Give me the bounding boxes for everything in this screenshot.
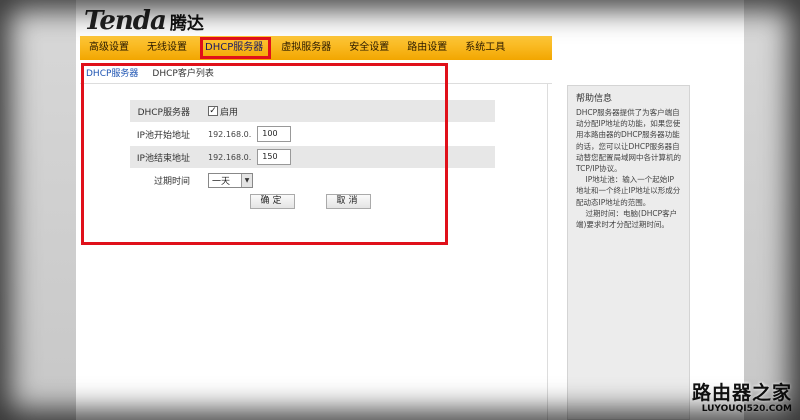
lease-row: 过期时间 一天 ▼ [130,169,495,191]
logo-brand: Tenda [84,6,167,36]
help-text: DHCP服务器提供了为客户端自动分配IP地址的功能，如果您使用本路由器的DHCP… [576,108,681,230]
help-title: 帮助信息 [576,94,613,104]
watermark-cn: 路由器之家 [691,382,792,404]
lease-value: 一天 [212,176,231,187]
dhcp-label: DHCP服务器 [137,107,190,118]
ip-end-prefix: 192.168.0. [208,152,252,162]
watermark-en: LUYOUQI520.COM [701,404,792,414]
tenda-logo: Tenda 腾达 [84,6,204,34]
watermark: 路由器之家 LUYOUQI520.COM [692,382,792,414]
nav-security[interactable]: 安全设置 [340,36,398,60]
ip-start-input[interactable]: 100 [257,126,292,142]
nav-routing[interactable]: 路由设置 [398,36,456,60]
ip-end-label: IP池结束地址 [136,153,190,164]
nav-dhcp[interactable]: DHCP服务器 [196,36,272,60]
dhcp-enable-checkbox[interactable]: ✓ [208,106,218,116]
lease-select[interactable]: 一天 ▼ [208,172,253,188]
chevron-down-icon[interactable]: ▼ [241,173,252,187]
sub-nav: DHCP服务器 DHCP客户列表 [80,62,552,84]
nav-virtual-server[interactable]: 虚拟服务器 [272,36,340,60]
dhcp-form: DHCP服务器 ✓ 启用 IP池开始地址 192.168.0. 100 IP池结… [130,100,495,209]
dhcp-enable-row: DHCP服务器 ✓ 启用 [130,100,495,122]
help-panel: 帮助信息 DHCP服务器提供了为客户端自动分配IP地址的功能，如果您使用本路由器… [567,85,690,420]
main-nav: 高级设置 无线设置 DHCP服务器 虚拟服务器 安全设置 路由设置 系统工具 [80,36,552,60]
tab-dhcp-server[interactable]: DHCP服务器 [86,66,138,79]
ip-start-row: IP池开始地址 192.168.0. 100 [130,123,495,145]
content-divider [547,84,548,420]
dhcp-enable-text: 启用 [220,107,239,118]
checkmark-icon: ✓ [209,105,217,116]
form-buttons: 确定 取消 [250,194,495,209]
ip-start-label: IP池开始地址 [136,130,190,141]
nav-system-tools[interactable]: 系统工具 [456,36,514,60]
lease-label: 过期时间 [153,176,190,187]
logo-cn: 腾达 [169,14,204,34]
cancel-button[interactable]: 取消 [326,194,371,209]
confirm-button[interactable]: 确定 [250,194,295,209]
nav-wireless[interactable]: 无线设置 [138,36,196,60]
ip-end-input[interactable]: 150 [257,149,292,165]
ip-end-row: IP池结束地址 192.168.0. 150 [130,146,495,168]
ip-start-prefix: 192.168.0. [208,129,252,139]
tab-dhcp-client-list[interactable]: DHCP客户列表 [152,66,213,79]
nav-advanced[interactable]: 高级设置 [80,36,138,60]
